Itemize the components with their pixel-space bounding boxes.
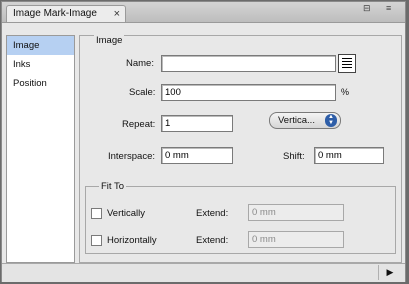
direction-value: Vertica...: [278, 115, 315, 126]
extend-horizontal-label: Extend:: [196, 235, 229, 246]
scale-label: Scale:: [129, 87, 156, 98]
extend-vertical-label: Extend:: [196, 208, 229, 219]
vertically-label[interactable]: Vertically: [107, 208, 145, 219]
tab-title: Image Mark-Image: [13, 8, 97, 19]
extend-horizontal-field[interactable]: [248, 231, 344, 248]
shift-field[interactable]: [314, 147, 384, 164]
image-group: Image Name: Scale: % Repeat: Vertica... …: [79, 35, 402, 263]
sidebar-item-position[interactable]: Position: [7, 74, 74, 93]
close-icon[interactable]: ×: [114, 6, 120, 22]
fit-to-group: Fit To Vertically Extend: Horizontally E…: [85, 181, 396, 254]
browse-file-button[interactable]: [338, 54, 356, 73]
panel-footer: ▶: [2, 263, 405, 282]
horizontally-label[interactable]: Horizontally: [107, 235, 157, 246]
panel-menu-icon[interactable]: ≡: [386, 3, 391, 13]
sidebar-item-inks[interactable]: Inks: [7, 55, 74, 74]
minimize-icon[interactable]: ⊟: [363, 3, 371, 14]
repeat-field[interactable]: [161, 115, 233, 132]
category-list: Image Inks Position: [6, 35, 75, 263]
name-label: Name:: [126, 58, 154, 69]
panel-titlebar: Image Mark-Image × ⊟ ≡: [2, 2, 405, 23]
scale-field[interactable]: [161, 84, 336, 101]
direction-select[interactable]: Vertica... ▲ ▼: [269, 112, 341, 129]
play-icon[interactable]: ▶: [378, 265, 401, 280]
updown-arrows-icon: ▲ ▼: [325, 114, 337, 127]
image-mark-panel: Image Mark-Image × ⊟ ≡ Image Inks Positi…: [1, 1, 406, 282]
panel-tab[interactable]: Image Mark-Image ×: [6, 5, 126, 22]
name-field[interactable]: [161, 55, 336, 72]
horizontally-checkbox[interactable]: [91, 235, 102, 246]
image-group-title: Image: [94, 35, 125, 46]
extend-vertical-field[interactable]: [248, 204, 344, 221]
shift-label: Shift:: [283, 151, 305, 162]
fit-to-title: Fit To: [99, 181, 127, 192]
scale-unit: %: [341, 87, 350, 97]
interspace-field[interactable]: [161, 147, 233, 164]
repeat-label: Repeat:: [122, 119, 156, 130]
sidebar-item-image[interactable]: Image: [7, 36, 74, 55]
document-icon: [342, 58, 352, 69]
vertically-checkbox[interactable]: [91, 208, 102, 219]
interspace-label: Interspace:: [108, 151, 155, 162]
